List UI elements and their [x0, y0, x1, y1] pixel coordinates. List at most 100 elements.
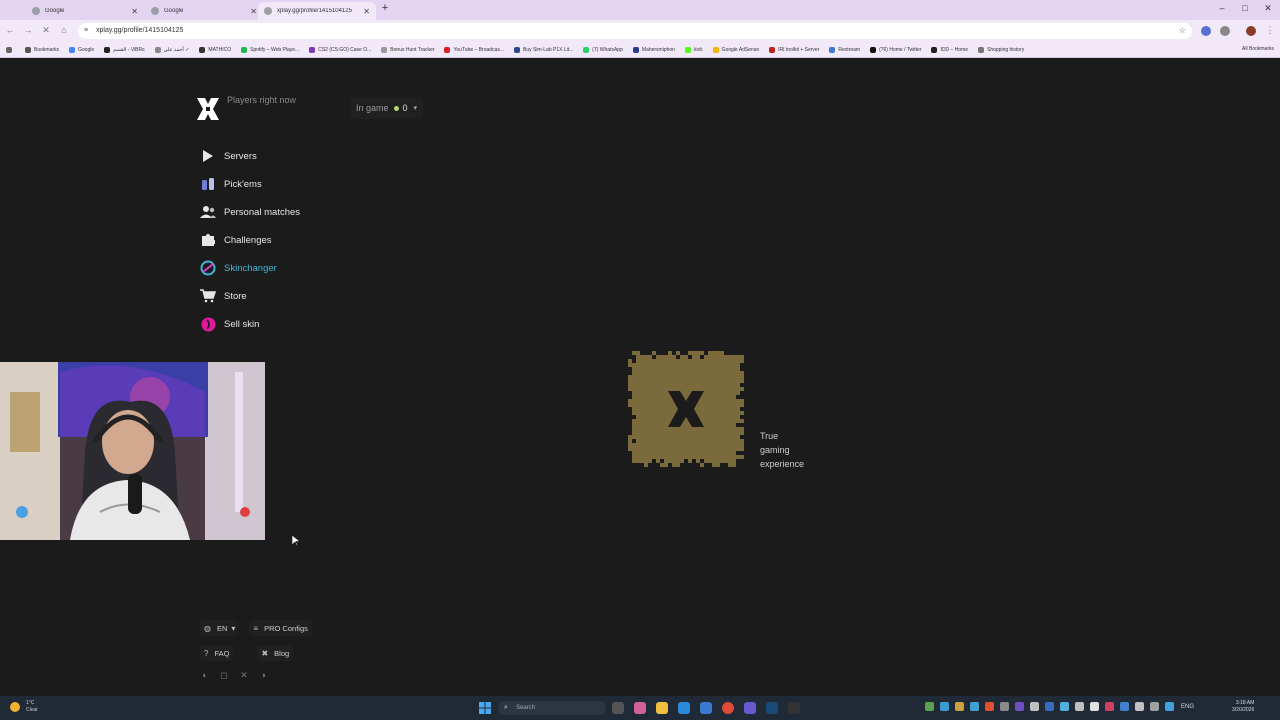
- bookmark-item[interactable]: Google AdSense: [712, 46, 759, 53]
- profile-avatar[interactable]: [1246, 26, 1256, 36]
- site-info-icon[interactable]: ≡: [84, 23, 88, 39]
- browser-tab-3-active[interactable]: xplay.gg/profile/1415104125 ✕: [258, 2, 376, 20]
- bookmark-label: Bookmarks: [34, 46, 60, 53]
- browser-tab-2[interactable]: Google ✕: [145, 2, 263, 20]
- extensions-puzzle-icon[interactable]: [1220, 26, 1230, 36]
- google-favicon-icon: [151, 7, 159, 15]
- faq-link[interactable]: ? FAQ: [200, 645, 234, 661]
- browser-tab-1[interactable]: Google ✕: [26, 2, 144, 20]
- reload-icon[interactable]: ✕: [40, 25, 52, 36]
- tray-icon[interactable]: [1045, 702, 1054, 711]
- weather-temp: 1°C: [26, 700, 35, 706]
- tray-icon[interactable]: [940, 702, 949, 711]
- weather-widget[interactable]: 1°C Clear: [10, 700, 38, 714]
- bookmark-item[interactable]: Bonus Hunt Tracker: [381, 46, 434, 53]
- input-language[interactable]: ENG: [1181, 704, 1194, 710]
- bookmark-item[interactable]: YouTube – Broadcas...: [444, 46, 504, 53]
- close-tab-icon[interactable]: ✕: [250, 7, 257, 16]
- tray-icon[interactable]: [1015, 702, 1024, 711]
- discord-app-icon[interactable]: [744, 702, 756, 714]
- bookmark-item[interactable]: MATHICO: [199, 46, 231, 53]
- bookmark-item[interactable]: القسم - ViBRs: [104, 46, 145, 53]
- copilot-icon[interactable]: [634, 702, 646, 714]
- nav-item-sell-skin[interactable]: Sell skin: [200, 310, 300, 338]
- tray-icon[interactable]: [970, 702, 979, 711]
- bookmark-item[interactable]: CS2 (CS:GO) Case O...: [309, 46, 371, 53]
- nav-item-servers[interactable]: Servers: [200, 142, 300, 170]
- bookmark-item[interactable]: (7) WhatsApp: [583, 46, 623, 53]
- menu-kebab-icon[interactable]: ⋮: [1264, 25, 1276, 36]
- bookmark-star-icon[interactable]: ☆: [1179, 23, 1186, 39]
- language-selector[interactable]: ◍ EN ▾: [200, 620, 240, 636]
- apps-grid-icon[interactable]: [6, 46, 15, 53]
- discord-icon[interactable]: ◖: [198, 669, 210, 681]
- pro-configs-link[interactable]: ≡ PRO Configs: [249, 620, 312, 636]
- bookmark-item[interactable]: IDD – Home: [931, 46, 968, 53]
- tray-icon[interactable]: [1120, 702, 1129, 711]
- bookmark-item[interactable]: Google: [69, 46, 94, 53]
- tray-icon[interactable]: [1075, 702, 1084, 711]
- windows-start-icon[interactable]: [479, 702, 491, 714]
- bookmark-favicon-icon: [931, 46, 938, 53]
- bookmark-item[interactable]: Shopping history: [978, 46, 1024, 53]
- bookmark-item[interactable]: (76) Home / Twitter: [870, 46, 922, 53]
- nav-label: Store: [224, 290, 247, 302]
- extension-icon[interactable]: [1201, 26, 1211, 36]
- bookmark-item[interactable]: Mahersmiphon: [632, 46, 675, 53]
- bookmark-item[interactable]: Buy Sim-Lab P1X Lit...: [513, 46, 573, 53]
- back-icon[interactable]: ←: [4, 25, 16, 35]
- nav-item-personal-matches[interactable]: Personal matches: [200, 198, 300, 226]
- close-tab-icon[interactable]: ✕: [363, 7, 370, 16]
- instagram-icon[interactable]: ◻: [218, 669, 230, 681]
- nav-item-store[interactable]: Store: [200, 282, 300, 310]
- bookmark-item[interactable]: Bookmarks: [25, 46, 60, 53]
- nav-item-challenges[interactable]: Challenges: [200, 226, 300, 254]
- new-tab-button[interactable]: +: [378, 2, 392, 14]
- bookmark-item[interactable]: Restream: [829, 46, 860, 53]
- tray-icon[interactable]: [1090, 702, 1099, 711]
- bookmark-item[interactable]: أحمد علي ✓: [154, 46, 189, 53]
- tray-icon[interactable]: [1150, 702, 1159, 711]
- task-view-icon[interactable]: [612, 702, 624, 714]
- xplay-logo-icon[interactable]: [195, 96, 221, 122]
- tray-icon[interactable]: [1165, 702, 1174, 711]
- steam-icon[interactable]: ◗: [258, 669, 270, 681]
- store-icon[interactable]: [700, 702, 712, 714]
- pickems-icon: [200, 176, 216, 192]
- app-icon[interactable]: [788, 702, 800, 714]
- tray-icon[interactable]: [1060, 702, 1069, 711]
- bookmark-favicon-icon: [381, 46, 388, 53]
- file-explorer-icon[interactable]: [656, 702, 668, 714]
- edge-icon[interactable]: [678, 702, 690, 714]
- bookmark-favicon-icon: [199, 46, 206, 53]
- in-game-dropdown[interactable]: In game 0 ▾: [350, 97, 424, 119]
- close-tab-icon[interactable]: ✕: [131, 7, 138, 16]
- bookmark-item[interactable]: Spotify – Web Playe...: [241, 46, 299, 53]
- all-bookmarks-link[interactable]: All Bookmarks: [1242, 46, 1274, 52]
- home-icon[interactable]: ⌂: [58, 25, 70, 35]
- taskbar-search[interactable]: ⌕ Search: [498, 701, 606, 715]
- tray-icon[interactable]: [1105, 702, 1114, 711]
- tray-icon[interactable]: [955, 702, 964, 711]
- bookmark-item[interactable]: IRI toolkit + Server: [769, 46, 819, 53]
- tray-icon[interactable]: [985, 702, 994, 711]
- chrome-icon[interactable]: [722, 702, 734, 714]
- blog-link[interactable]: ✖ Blog: [257, 645, 294, 661]
- tray-icon[interactable]: [925, 702, 934, 711]
- bookmark-label: (76) Home / Twitter: [879, 46, 922, 53]
- nav-item-pickems[interactable]: Pick'ems: [200, 170, 300, 198]
- bookmarks-bar: Bookmarks Google القسم - ViBRs أحمد علي ✓ MA…: [0, 42, 1280, 58]
- address-bar[interactable]: ≡ xplay.gg/profile/1415104125 ☆: [78, 23, 1192, 39]
- bookmark-item[interactable]: kick: [684, 46, 703, 53]
- tray-icon[interactable]: [1030, 702, 1039, 711]
- x-icon[interactable]: ✕: [238, 669, 250, 681]
- nav-item-skinchanger[interactable]: Skinchanger: [200, 254, 300, 282]
- minimize-button[interactable]: –: [1212, 3, 1232, 13]
- window-close-button[interactable]: ✕: [1258, 3, 1278, 14]
- maximize-button[interactable]: □: [1235, 3, 1255, 13]
- clock[interactable]: 3:18 AM 3/20/2026: [1232, 700, 1254, 714]
- tray-icon[interactable]: [1135, 702, 1144, 711]
- tray-icon[interactable]: [1000, 702, 1009, 711]
- steam-app-icon[interactable]: [766, 702, 778, 714]
- forward-icon[interactable]: →: [22, 25, 34, 35]
